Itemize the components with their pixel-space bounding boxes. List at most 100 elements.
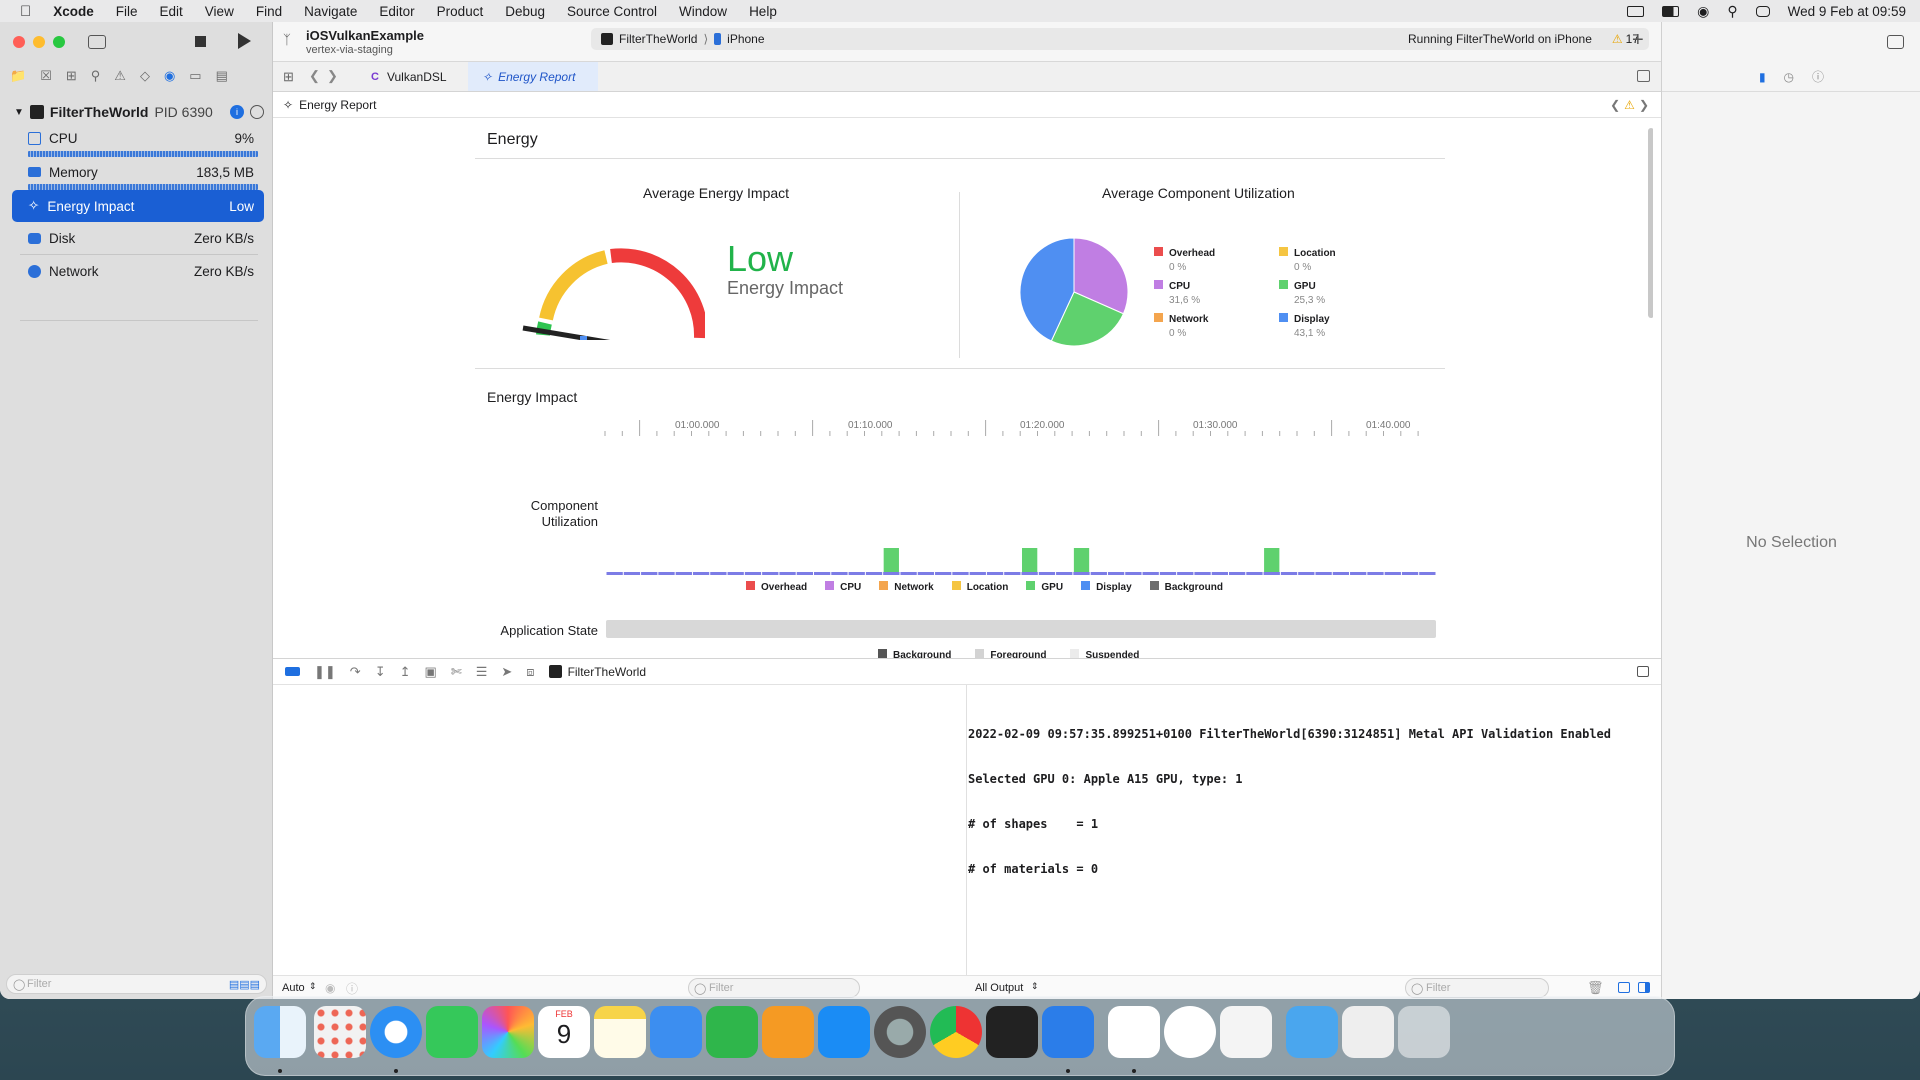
keyboard-icon[interactable] bbox=[1627, 5, 1645, 17]
menubar-clock[interactable]: Wed 9 Feb at 09:59 bbox=[1788, 4, 1906, 19]
menu-window[interactable]: Window bbox=[668, 4, 738, 19]
grid-icon[interactable]: ⊞ bbox=[283, 69, 294, 85]
split-editor-icon[interactable] bbox=[1637, 70, 1650, 82]
menu-navigate[interactable]: Navigate bbox=[293, 4, 368, 19]
menu-find[interactable]: Find bbox=[245, 4, 293, 19]
issue-navigator-icon[interactable]: ⚠ bbox=[114, 68, 126, 84]
terminal-icon[interactable] bbox=[986, 1006, 1038, 1058]
chrome-icon[interactable] bbox=[930, 1006, 982, 1058]
trash-icon[interactable] bbox=[1398, 1006, 1450, 1058]
finder-icon[interactable] bbox=[254, 1006, 306, 1058]
notes-icon[interactable] bbox=[594, 1006, 646, 1058]
variables-filter-input[interactable]: ◯ Filter bbox=[688, 978, 860, 998]
history-inspector-icon[interactable]: ◷ bbox=[1784, 70, 1794, 84]
app-store-icon[interactable] bbox=[818, 1006, 870, 1058]
minimize-window-button[interactable] bbox=[33, 36, 45, 48]
disclosure-chevron-icon[interactable]: ▼ bbox=[14, 107, 24, 118]
filter-options-icon[interactable]: ▤▤▤ bbox=[229, 978, 260, 991]
android-studio-icon[interactable] bbox=[1164, 1006, 1216, 1058]
show-variables-icon[interactable] bbox=[1618, 982, 1630, 993]
menu-file[interactable]: File bbox=[105, 4, 149, 19]
launchpad-icon[interactable] bbox=[314, 1006, 366, 1058]
environment-overrides-icon[interactable]: ☰ bbox=[476, 664, 488, 680]
close-window-button[interactable] bbox=[13, 36, 25, 48]
info-icon[interactable]: ⓘ bbox=[346, 980, 358, 997]
debug-navigator-icon[interactable]: ◉ bbox=[164, 68, 175, 84]
warning-icon[interactable]: ⚠ bbox=[1624, 98, 1635, 112]
add-icon[interactable]: + bbox=[1632, 29, 1644, 52]
step-out-icon[interactable]: ↥ bbox=[400, 664, 411, 680]
spotlight-search-icon[interactable]: ⚲ bbox=[1727, 3, 1737, 20]
stop-button[interactable] bbox=[195, 36, 206, 47]
wifi-icon[interactable]: ◉ bbox=[1697, 3, 1709, 20]
menu-edit[interactable]: Edit bbox=[149, 4, 194, 19]
control-center-icon[interactable] bbox=[1755, 5, 1770, 17]
metal-capture-icon[interactable]: ⧈ bbox=[526, 664, 534, 680]
apple-icon[interactable]:  bbox=[0, 3, 42, 20]
source-control-navigator-icon[interactable]: ☒ bbox=[40, 68, 52, 84]
report-scrollbar[interactable] bbox=[1648, 128, 1653, 318]
forward-arrow-icon[interactable]: ❯ bbox=[327, 68, 338, 84]
slack-icon[interactable] bbox=[1108, 1006, 1160, 1058]
file-inspector-icon[interactable]: ▮ bbox=[1759, 70, 1766, 84]
show-console-icon[interactable] bbox=[1638, 982, 1650, 993]
gauge-cpu[interactable]: CPU 9% bbox=[12, 122, 264, 154]
symbol-navigator-icon[interactable]: ⊞ bbox=[66, 68, 77, 84]
menu-app-name[interactable]: Xcode bbox=[42, 4, 105, 19]
inspector-toggle-icon[interactable] bbox=[1887, 35, 1904, 49]
menu-help[interactable]: Help bbox=[738, 4, 788, 19]
pause-icon[interactable]: ❚❚ bbox=[314, 664, 336, 680]
destination-selector[interactable]: iPhone bbox=[727, 32, 764, 46]
safari-icon[interactable] bbox=[370, 1006, 422, 1058]
textedit-icon[interactable] bbox=[1220, 1006, 1272, 1058]
memory-graph-icon[interactable] bbox=[250, 105, 264, 119]
keynote-icon[interactable] bbox=[650, 1006, 702, 1058]
menu-source-control[interactable]: Source Control bbox=[556, 4, 668, 19]
messages-icon[interactable] bbox=[426, 1006, 478, 1058]
step-over-icon[interactable]: ↷ bbox=[350, 664, 361, 680]
menu-editor[interactable]: Editor bbox=[368, 4, 425, 19]
menu-view[interactable]: View bbox=[194, 4, 245, 19]
run-button[interactable] bbox=[238, 33, 251, 49]
warning-icon[interactable]: ⚠ bbox=[1612, 32, 1623, 46]
prev-issue-icon[interactable]: ❮ bbox=[1610, 98, 1620, 112]
project-navigator-icon[interactable]: 📁 bbox=[10, 68, 26, 84]
system-preferences-icon[interactable] bbox=[874, 1006, 926, 1058]
eye-icon[interactable]: ◉ bbox=[325, 981, 335, 995]
battery-icon[interactable] bbox=[1662, 5, 1680, 17]
next-issue-icon[interactable]: ❯ bbox=[1639, 98, 1649, 112]
back-arrow-icon[interactable]: ❮ bbox=[309, 68, 320, 84]
project-name[interactable]: iOSVulkanExample bbox=[306, 28, 424, 43]
test-navigator-icon[interactable]: ◇ bbox=[140, 68, 150, 84]
xcode-icon[interactable] bbox=[1042, 1006, 1094, 1058]
gauge-network[interactable]: Network Zero KB/s bbox=[12, 255, 264, 287]
step-into-icon[interactable]: ↧ bbox=[375, 664, 386, 680]
report-navigator-icon[interactable]: ▤ bbox=[216, 68, 228, 84]
simulate-location-icon[interactable]: ➤ bbox=[501, 664, 512, 680]
info-icon[interactable]: i bbox=[230, 105, 244, 119]
menu-product[interactable]: Product bbox=[426, 4, 495, 19]
hide-debug-area-icon[interactable] bbox=[1637, 666, 1649, 677]
gauge-disk[interactable]: Disk Zero KB/s bbox=[12, 222, 264, 254]
navigator-filter-input[interactable]: ◯ Filter ▤▤▤ bbox=[6, 974, 267, 994]
help-inspector-icon[interactable]: ⓘ bbox=[1812, 68, 1824, 85]
console-output[interactable]: 2022-02-09 09:57:35.899251+0100 FilterTh… bbox=[968, 697, 1611, 907]
recent-window-icon[interactable] bbox=[1342, 1006, 1394, 1058]
auto-variables-selector[interactable]: Auto bbox=[282, 982, 305, 994]
output-selector[interactable]: All Output bbox=[975, 982, 1023, 994]
process-row[interactable]: ▼ FilterTheWorld PID 6390 i bbox=[14, 104, 264, 120]
scheme-selector[interactable]: FilterTheWorld bbox=[619, 32, 697, 46]
view-debugger-icon[interactable]: ▣ bbox=[425, 664, 437, 680]
breakpoint-navigator-icon[interactable]: ▭ bbox=[189, 68, 201, 84]
photos-icon[interactable] bbox=[482, 1006, 534, 1058]
branch-name[interactable]: vertex-via-staging bbox=[306, 44, 393, 56]
find-navigator-icon[interactable]: ⚲ bbox=[91, 68, 101, 84]
sidebar-toggle-icon[interactable] bbox=[88, 35, 106, 49]
tab-vulkandsl[interactable]: C VulkanDSL bbox=[357, 62, 461, 91]
numbers-icon[interactable] bbox=[706, 1006, 758, 1058]
console-filter-input[interactable]: ◯ Filter bbox=[1405, 978, 1549, 998]
memory-graph-icon[interactable]: ✄ bbox=[451, 664, 462, 680]
pages-icon[interactable] bbox=[762, 1006, 814, 1058]
downloads-folder-icon[interactable] bbox=[1286, 1006, 1338, 1058]
zoom-window-button[interactable] bbox=[53, 36, 65, 48]
